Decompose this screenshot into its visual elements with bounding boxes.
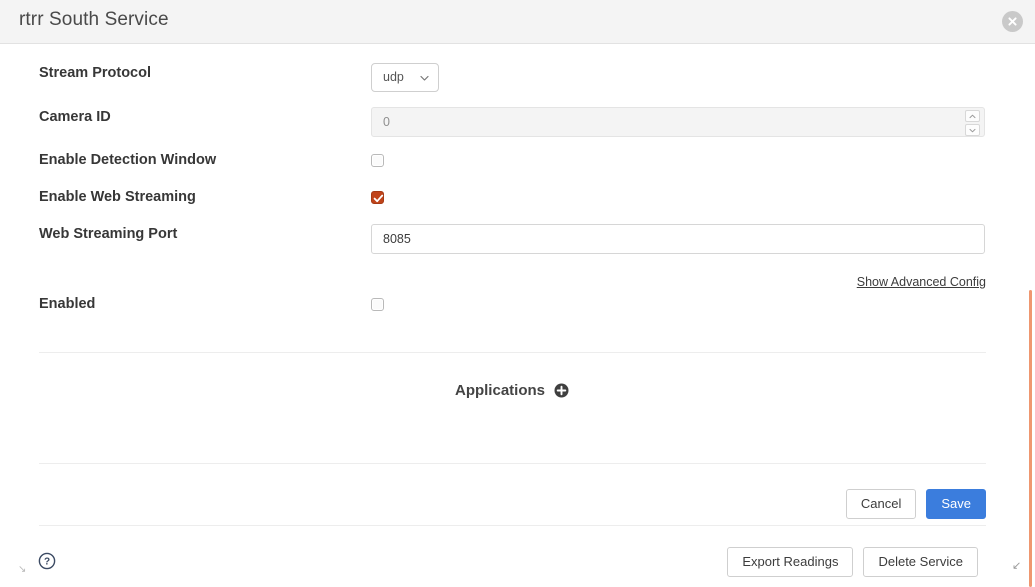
cancel-button[interactable]: Cancel bbox=[846, 489, 916, 519]
vertical-scrollbar[interactable] bbox=[1029, 290, 1032, 587]
export-readings-button[interactable]: Export Readings bbox=[727, 547, 853, 577]
camera-id-stepper bbox=[965, 110, 980, 136]
label-camera-id: Camera ID bbox=[39, 107, 111, 127]
chevron-down-icon bbox=[969, 128, 976, 133]
divider-applications-top bbox=[39, 352, 986, 353]
form-row-stream-protocol: Stream Protocol udp bbox=[0, 63, 1035, 101]
bottom-toolbar-actions: Export Readings Delete Service bbox=[727, 547, 978, 577]
camera-id-increment-button[interactable] bbox=[965, 110, 980, 122]
show-advanced-config-link[interactable]: Show Advanced Config bbox=[857, 275, 986, 289]
label-enable-detection-window: Enable Detection Window bbox=[39, 150, 216, 170]
dialog-header: rtrr South Service bbox=[0, 0, 1035, 44]
stream-protocol-value: udp bbox=[383, 71, 404, 84]
bottom-toolbar: ↘ ? Export Readings Delete Service ↙ bbox=[0, 525, 1035, 587]
camera-id-value: 0 bbox=[372, 115, 390, 129]
camera-id-input[interactable]: 0 bbox=[371, 107, 985, 137]
form-row-enable-detection-window: Enable Detection Window bbox=[0, 150, 1035, 188]
chevron-up-icon bbox=[969, 114, 976, 119]
form-row-web-streaming-port: Web Streaming Port bbox=[0, 224, 1035, 262]
stream-protocol-select[interactable]: udp bbox=[371, 63, 439, 92]
form-row-enable-web-streaming: Enable Web Streaming bbox=[0, 187, 1035, 225]
help-button[interactable]: ? bbox=[38, 552, 56, 570]
svg-text:?: ? bbox=[44, 557, 50, 568]
camera-id-decrement-button[interactable] bbox=[965, 124, 980, 136]
divider-actions-top bbox=[39, 463, 986, 464]
page-title: rtrr South Service bbox=[19, 9, 169, 31]
enabled-checkbox[interactable] bbox=[371, 298, 384, 311]
label-enable-web-streaming: Enable Web Streaming bbox=[39, 187, 196, 207]
close-icon bbox=[1007, 16, 1018, 27]
dialog-actions: Cancel Save bbox=[846, 489, 986, 519]
label-web-streaming-port: Web Streaming Port bbox=[39, 224, 177, 244]
chevron-down-icon bbox=[419, 72, 430, 83]
applications-heading: Applications bbox=[0, 382, 1024, 399]
plus-circle-icon bbox=[554, 383, 569, 398]
close-button[interactable] bbox=[1002, 11, 1023, 32]
corner-mark-icon: ↘ bbox=[18, 566, 26, 574]
web-streaming-port-input[interactable] bbox=[371, 224, 985, 254]
form-row-enabled: Enabled bbox=[0, 294, 1035, 332]
save-button[interactable]: Save bbox=[926, 489, 986, 519]
applications-title: Applications bbox=[455, 382, 545, 399]
resize-handle-icon[interactable]: ↙ bbox=[1012, 561, 1022, 571]
question-circle-icon: ? bbox=[38, 552, 56, 570]
label-enabled: Enabled bbox=[39, 294, 95, 314]
delete-service-button[interactable]: Delete Service bbox=[863, 547, 978, 577]
form-row-camera-id: Camera ID 0 bbox=[0, 107, 1035, 145]
dialog-body: Stream Protocol udp Camera ID 0 bbox=[0, 44, 1035, 587]
check-icon bbox=[373, 193, 384, 204]
label-stream-protocol: Stream Protocol bbox=[39, 63, 151, 83]
enable-detection-window-checkbox[interactable] bbox=[371, 154, 384, 167]
enable-web-streaming-checkbox[interactable] bbox=[371, 191, 384, 204]
add-application-button[interactable] bbox=[554, 383, 569, 398]
